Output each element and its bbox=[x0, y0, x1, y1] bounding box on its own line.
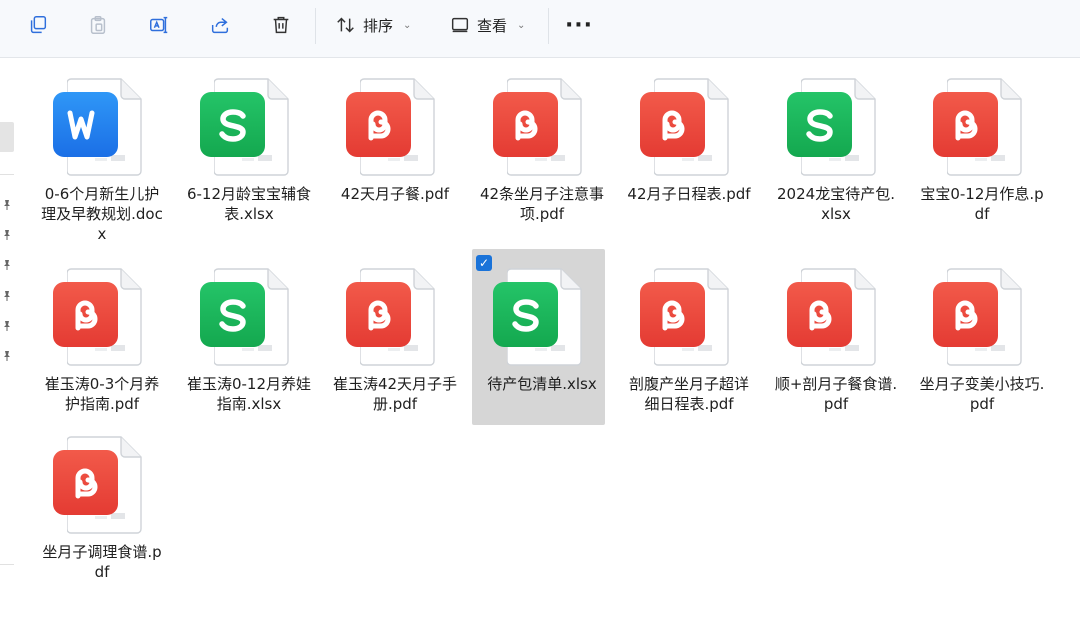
file-name: 崔玉涛42天月子手册.pdf bbox=[332, 375, 458, 413]
file-name: 待产包清单.xlsx bbox=[487, 375, 597, 393]
file-item[interactable]: 崔玉涛0-3个月养护指南.pdf bbox=[37, 260, 167, 414]
file-name: 坐月子调理食谱.pdf bbox=[42, 543, 162, 581]
file-name: 42条坐月子注意事项.pdf bbox=[479, 185, 605, 223]
file-icon bbox=[37, 70, 167, 176]
file-icon bbox=[330, 70, 460, 176]
file-icon bbox=[37, 260, 167, 366]
wps-pdf-icon bbox=[640, 282, 705, 347]
file-name: 0-6个月新生儿护理及早教规划.docx bbox=[41, 185, 163, 243]
wps-pdf-icon bbox=[933, 92, 998, 157]
file-item[interactable]: ✓ 待产包清单.xlsx bbox=[472, 249, 607, 425]
file-name: 2024龙宝待产包.xlsx bbox=[777, 185, 895, 223]
file-item[interactable]: 42条坐月子注意事项.pdf bbox=[477, 70, 607, 224]
file-name: 6-12月龄宝宝辅食表.xlsx bbox=[186, 185, 312, 223]
file-item[interactable]: 剖腹产坐月子超详细日程表.pdf bbox=[624, 260, 754, 414]
file-grid: 0-6个月新生儿护理及早教规划.docx 6-12月龄宝宝辅食表.xlsx 42天月… bbox=[0, 0, 1080, 626]
wps-pdf-icon bbox=[346, 282, 411, 347]
file-name: 42月子日程表.pdf bbox=[627, 185, 751, 203]
file-name: 顺+剖月子餐食谱.pdf bbox=[774, 375, 898, 413]
file-item[interactable]: 坐月子变美小技巧.pdf bbox=[917, 260, 1047, 414]
file-icon bbox=[184, 70, 314, 176]
file-item[interactable]: 6-12月龄宝宝辅食表.xlsx bbox=[184, 70, 314, 224]
wps-pdf-icon bbox=[493, 92, 558, 157]
wps-pdf-icon bbox=[787, 282, 852, 347]
file-item[interactable]: 宝宝0-12月作息.pdf bbox=[917, 70, 1047, 224]
file-item[interactable]: 42月子日程表.pdf bbox=[624, 70, 754, 204]
file-icon bbox=[477, 70, 607, 176]
file-name: 崔玉涛0-12月养娃指南.xlsx bbox=[186, 375, 312, 413]
file-name: 坐月子变美小技巧.pdf bbox=[919, 375, 1045, 413]
file-item[interactable]: 坐月子调理食谱.pdf bbox=[37, 428, 167, 582]
wps-sheet-icon bbox=[787, 92, 852, 157]
file-icon bbox=[184, 260, 314, 366]
file-item[interactable]: 0-6个月新生儿护理及早教规划.docx bbox=[37, 70, 167, 244]
wps-word-icon bbox=[53, 92, 118, 157]
wps-pdf-icon bbox=[346, 92, 411, 157]
wps-sheet-icon bbox=[493, 282, 558, 347]
file-item[interactable]: 顺+剖月子餐食谱.pdf bbox=[771, 260, 901, 414]
file-name: 剖腹产坐月子超详细日程表.pdf bbox=[628, 375, 749, 413]
file-name: 42天月子餐.pdf bbox=[340, 185, 450, 203]
file-icon bbox=[771, 70, 901, 176]
file-icon bbox=[624, 70, 754, 176]
file-item[interactable]: 崔玉涛42天月子手册.pdf bbox=[330, 260, 460, 414]
file-name: 宝宝0-12月作息.pdf bbox=[920, 185, 1044, 223]
wps-sheet-icon bbox=[200, 282, 265, 347]
file-item[interactable]: 崔玉涛0-12月养娃指南.xlsx bbox=[184, 260, 314, 414]
wps-pdf-icon bbox=[640, 92, 705, 157]
file-item[interactable]: 42天月子餐.pdf bbox=[330, 70, 460, 204]
wps-pdf-icon bbox=[933, 282, 998, 347]
wps-pdf-icon bbox=[53, 450, 118, 515]
file-icon bbox=[624, 260, 754, 366]
wps-sheet-icon bbox=[200, 92, 265, 157]
file-icon bbox=[771, 260, 901, 366]
file-icon bbox=[477, 260, 607, 366]
file-icon bbox=[917, 70, 1047, 176]
file-icon bbox=[37, 428, 167, 534]
file-icon bbox=[330, 260, 460, 366]
file-icon bbox=[917, 260, 1047, 366]
file-name: 崔玉涛0-3个月养护指南.pdf bbox=[44, 375, 160, 413]
wps-pdf-icon bbox=[53, 282, 118, 347]
file-item[interactable]: 2024龙宝待产包.xlsx bbox=[771, 70, 901, 224]
